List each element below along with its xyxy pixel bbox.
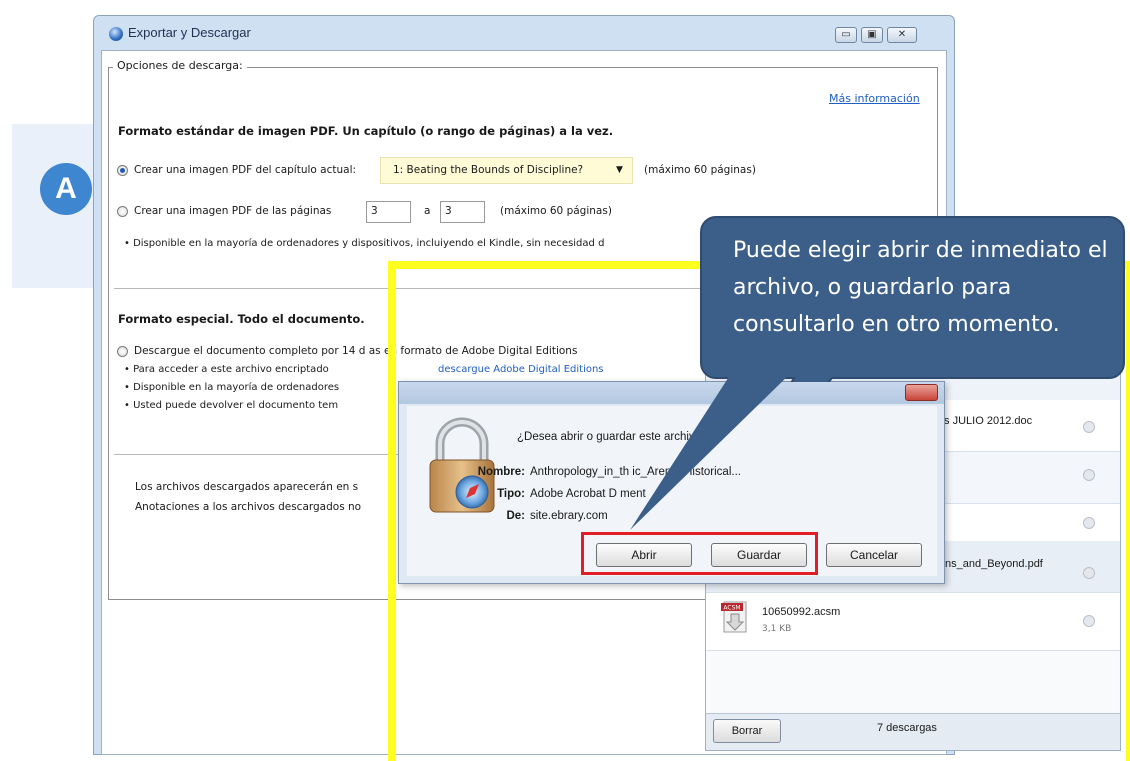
file-name-label: Nombre:: [477, 466, 525, 478]
pages-max-note: (máximo 60 páginas): [500, 205, 612, 217]
download-options-legend: Opciones de descarga:: [113, 59, 247, 72]
page-to-input[interactable]: 3: [440, 201, 485, 223]
full-document-radio[interactable]: [117, 346, 128, 357]
special-format-heading: Formato especial. Todo el documento.: [118, 312, 365, 326]
dialog-close-button[interactable]: [905, 384, 938, 401]
file-type-label: Tipo:: [497, 488, 525, 500]
pdf-availability-note: • Disponible en la mayoría de ordenadore…: [124, 238, 605, 249]
annotations-note: Anotaciones a los archivos descargados n…: [135, 501, 362, 513]
cancel-button[interactable]: Cancelar: [826, 543, 922, 567]
return-note: • Usted puede devolver el documento tem: [124, 400, 339, 411]
close-button[interactable]: ✕: [887, 27, 917, 43]
step-badge: A: [40, 163, 92, 215]
chapter-radio-label: Crear una imagen PDF del capítulo actual…: [134, 164, 357, 176]
page-from-input[interactable]: 3: [366, 201, 411, 223]
callout-text: Puede elegir abrir de inmediato el archi…: [733, 238, 1108, 337]
file-source-label: De:: [506, 510, 525, 522]
pages-radio-label: Crear una imagen PDF de las páginas: [134, 205, 332, 217]
pdf-format-heading: Formato estándar de imagen PDF. Un capít…: [118, 124, 614, 138]
chapter-select-value: 1: Beating the Bounds of Discipline?: [393, 164, 584, 176]
callout-pointer: [630, 372, 792, 530]
chapter-max-note: (máximo 60 páginas): [644, 164, 756, 176]
file-source-value: site.ebrary.com: [530, 510, 608, 522]
availability-note: • Disponible en la mayoría de ordenadore…: [124, 382, 340, 393]
maximize-button[interactable]: ▣: [861, 27, 883, 43]
page-to-label: a: [424, 205, 431, 217]
chapter-radio[interactable]: [117, 165, 128, 176]
downloads-location-note: Los archivos descargados aparecerán en s: [135, 481, 359, 493]
chevron-down-icon[interactable]: ▼: [616, 165, 623, 175]
minimize-button[interactable]: ▭: [835, 27, 857, 43]
encrypted-file-note: • Para acceder a este archivo encriptado: [124, 364, 329, 375]
pages-radio[interactable]: [117, 206, 128, 217]
open-save-highlight: [581, 532, 818, 575]
app-globe-icon: [109, 27, 123, 41]
more-info-link[interactable]: Más información: [829, 92, 920, 105]
window-title: Exportar y Descargar: [128, 25, 251, 40]
